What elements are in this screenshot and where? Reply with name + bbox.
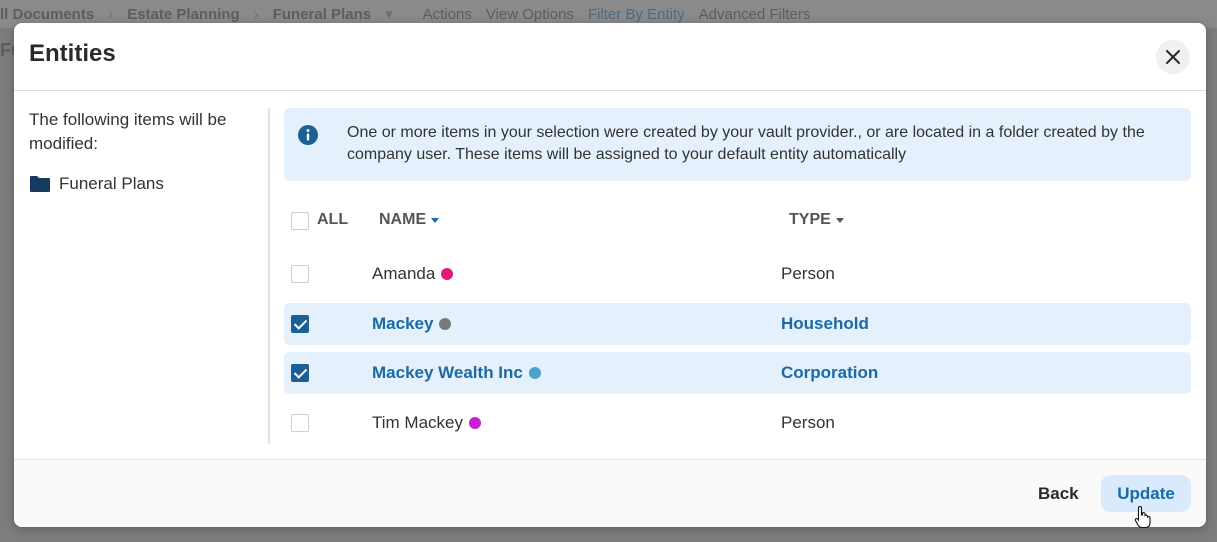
header-type-label: TYPE [789, 211, 831, 228]
entity-type: Person [781, 413, 835, 432]
entity-name: Mackey Wealth Inc [372, 363, 523, 382]
entity-name: Mackey [372, 314, 434, 333]
select-all-checkbox[interactable] [291, 212, 309, 230]
close-button[interactable] [1156, 40, 1190, 74]
table-row[interactable]: Mackey Household [284, 303, 1191, 345]
entity-name: Tim Mackey [372, 413, 463, 432]
bg-breadcrumb-1: Estate Planning [127, 5, 240, 23]
entity-color-dot [441, 268, 454, 280]
info-text: One or more items in your selection were… [347, 124, 1145, 163]
header-name-sort[interactable]: NAME [379, 211, 440, 229]
modified-item: Funeral Plans [29, 174, 249, 194]
modified-items-pane: The following items will be modified: Fu… [29, 108, 249, 444]
table-row[interactable]: Tim Mackey Person [284, 402, 1191, 444]
entity-table-header: ALL NAME TYPE [284, 201, 1191, 241]
info-banner: One or more items in your selection were… [284, 108, 1191, 181]
bg-breadcrumb-2: Funeral Plans [272, 5, 372, 23]
row-checkbox[interactable] [291, 364, 309, 382]
entity-type: Household [781, 314, 869, 333]
row-checkbox[interactable] [291, 414, 309, 432]
entity-name: Amanda [372, 264, 436, 283]
row-checkbox[interactable] [291, 315, 309, 333]
modified-item-label: Funeral Plans [59, 174, 164, 193]
modal-header: Entities [14, 23, 1206, 91]
bg-toolbar-view-options: View Options [485, 5, 574, 23]
entities-modal: Entities The following items will be mod… [14, 23, 1206, 527]
table-row[interactable]: Amanda Person [284, 253, 1191, 295]
entity-color-dot [469, 417, 481, 429]
entity-color-dot [439, 318, 452, 330]
bg-toolbar-actions: Actions [422, 5, 472, 23]
back-button[interactable]: Back [1024, 476, 1093, 512]
sort-caret-icon [835, 217, 844, 223]
header-all: ALL [317, 211, 349, 228]
pane-divider [268, 108, 270, 444]
info-icon [298, 125, 318, 145]
entity-type: Corporation [781, 363, 879, 382]
modal-footer: Back Update [14, 459, 1206, 527]
modified-items-intro: The following items will be modified: [29, 110, 227, 153]
row-checkbox[interactable] [291, 265, 309, 283]
bg-toolbar-filter-entity: Filter By Entity [587, 5, 685, 23]
hand-cursor-icon [1134, 505, 1151, 529]
folder-icon [30, 176, 50, 192]
sort-caret-icon [431, 217, 440, 223]
close-icon [1166, 50, 1180, 64]
entity-color-dot [528, 367, 541, 379]
modal-title: Entities [29, 40, 116, 67]
table-row[interactable]: Mackey Wealth Inc Corporation [284, 352, 1191, 394]
bg-toolbar-advanced-filters: Advanced Filters [698, 5, 811, 23]
entity-type: Person [781, 264, 835, 283]
header-name-label: NAME [379, 211, 427, 228]
header-type-sort[interactable]: TYPE [789, 211, 844, 229]
bg-breadcrumb-0: ll Documents [0, 5, 95, 23]
